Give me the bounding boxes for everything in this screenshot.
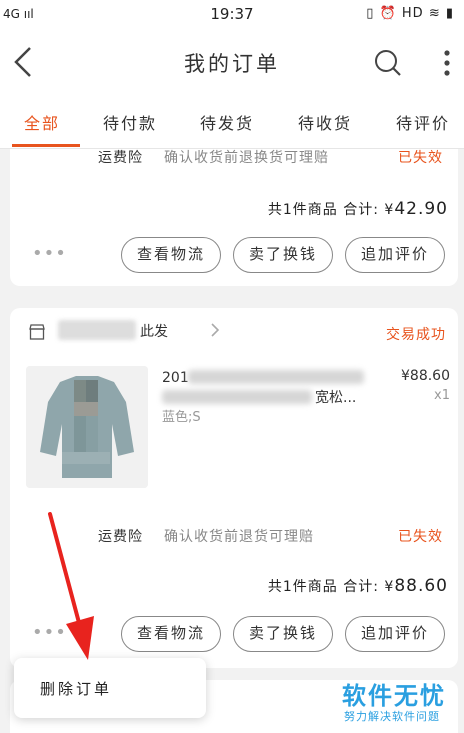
view-logistics-button[interactable]: 查看物流 [121,616,221,652]
total-amount: 42.90 [394,199,448,219]
view-logistics-button[interactable]: 查看物流 [121,237,221,273]
more-actions-button[interactable]: ••• [32,243,67,264]
product-price: ¥88.60 [401,368,450,384]
tab-all[interactable]: 全部 [24,110,60,134]
resell-button[interactable]: 卖了换钱 [233,237,333,273]
more-actions-popup: 删除订单 [14,658,206,718]
product-image[interactable] [26,366,148,488]
product-quantity: x1 [434,388,450,403]
order-tabs: 全部 待付款 待发货 待收货 待评价 [0,96,464,149]
chevron-right-icon[interactable] [210,322,220,338]
shipping-insurance-desc: 确认收货前退货可理赔 [164,529,314,545]
tab-pending-payment[interactable]: 待付款 [103,110,157,134]
watermark-main: 软件无忧 [342,682,446,710]
shipping-insurance-desc: 确认收货前退换货可理赔 [164,150,329,166]
insurance-status: 已失效 [398,529,443,545]
more-vertical-icon[interactable] [438,48,456,78]
total-prefix: 共1件商品 合计: ¥ [267,579,395,595]
order-total: 共1件商品 合计: ¥42.90 [268,199,448,219]
product-title-redacted [188,370,364,384]
order-card: 运费险 确认收货前退换货可理赔 已失效 共1件商品 合计: ¥42.90 •••… [10,149,458,286]
order-status: 交易成功 [386,327,446,343]
tab-pending-shipment[interactable]: 待发货 [200,110,254,134]
add-review-button[interactable]: 追加评价 [345,237,445,273]
status-icons: ▯ ⏰ HD ≋ ▮ [366,6,454,21]
product-sku: 蓝色;S [162,410,201,425]
app-bar: 我的订单 [0,30,464,96]
tab-pending-receipt[interactable]: 待收货 [298,110,352,134]
tab-pending-review[interactable]: 待评价 [396,110,450,134]
watermark-sub: 努力解决软件问题 [344,710,440,723]
status-bar: 4G ııl 19:37 ▯ ⏰ HD ≋ ▮ [0,0,464,30]
product-title-redacted [162,390,312,404]
product-title-end[interactable]: 宽松... [315,388,375,408]
shipping-insurance-label: 运费险 [98,150,143,166]
order-total: 共1件商品 合计: ¥88.60 [268,576,448,596]
search-icon[interactable] [373,48,403,78]
store-icon [29,324,45,340]
add-review-button[interactable]: 追加评价 [345,616,445,652]
store-name[interactable]: 此发 [140,321,168,341]
total-amount: 88.60 [394,576,448,596]
annotation-arrow-icon [48,512,94,660]
active-tab-indicator [12,144,80,147]
total-prefix: 共1件商品 合计: ¥ [267,202,395,218]
delete-order-menu-item[interactable]: 删除订单 [40,678,112,699]
store-name-redacted [58,320,136,340]
resell-button[interactable]: 卖了换钱 [233,616,333,652]
insurance-status: 已失效 [398,150,443,166]
jacket-image-icon [26,366,148,488]
watermark-logo: 软件无忧 努力解决软件问题 [342,676,464,731]
